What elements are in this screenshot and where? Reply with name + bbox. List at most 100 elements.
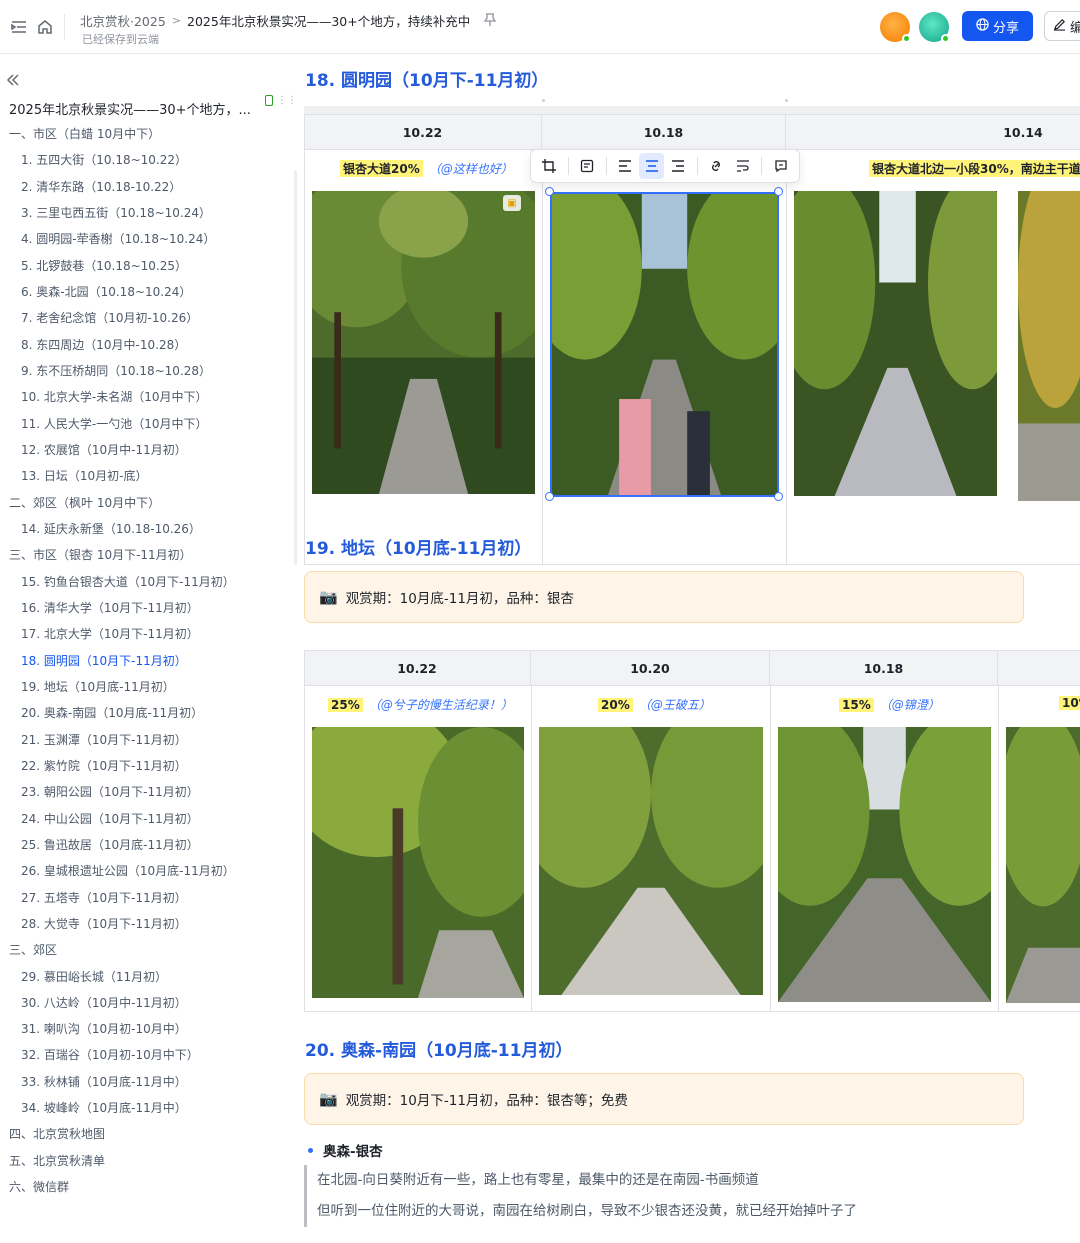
edit-button[interactable]: 编 [1044,11,1080,41]
table-icon[interactable] [265,94,273,106]
outline-item[interactable]: 19. 地坛（10月底-11月初） [0,674,296,700]
caption-source[interactable]: （@锦澄） [880,696,940,713]
table-column-bar[interactable] [304,106,1080,114]
outline-item[interactable]: 26. 皇城根遗址公园（10月底-11月初） [0,858,296,884]
table-header-cell[interactable]: 10.22 [304,651,531,686]
pin-icon[interactable] [484,12,497,29]
comment-icon[interactable] [768,153,793,179]
ginkgo-avenue-photo[interactable] [539,727,763,995]
outline-item[interactable]: 2. 清华东路（10.18-10.22） [0,174,296,200]
outline-item[interactable]: 13. 日坛（10月初-底） [0,463,296,489]
outline-item[interactable]: 18. 圆明园（10月下-11月初） [0,648,296,674]
resize-handle[interactable] [774,492,783,501]
outline-item[interactable]: 7. 老舍纪念馆（10月初-10.26） [0,305,296,331]
table-header-cell[interactable]: 10.20 [531,651,770,686]
outline-item[interactable]: 25. 鲁迅故居（10月底-11月初） [0,832,296,858]
outline-item[interactable]: 六、微信群 [0,1174,296,1200]
outline-item[interactable]: 14. 延庆永新堡（10.18-10.26） [0,516,296,542]
align-left-icon[interactable] [612,153,637,179]
outline-item[interactable]: 31. 喇叭沟（10月初-10月中） [0,1016,296,1042]
ginkgo-avenue-photo[interactable] [1018,191,1080,501]
outline-item[interactable]: 9. 东不压桥胡同（10.18~10.28） [0,358,296,384]
outline-item[interactable]: 三、郊区 [0,937,296,963]
resize-handle[interactable] [545,187,554,196]
avatar[interactable] [919,12,950,43]
camera-icon: 📷 [319,588,338,606]
outline-item[interactable]: 12. 农展馆（10月中-11月初） [0,437,296,463]
align-center-icon[interactable] [639,153,665,179]
outline-item[interactable]: 1. 五四大街（10.18~10.22） [0,147,296,173]
save-status: 已经保存到云端 [82,33,159,46]
drag-handle-icon[interactable]: ⋮⋮ [277,95,297,106]
outline-item[interactable]: 11. 人民大学-一勺池（10月中下） [0,411,296,437]
image-badge-icon[interactable]: ▣ [503,195,521,211]
resize-handle[interactable] [774,187,783,196]
wrap-icon[interactable] [731,153,756,179]
outline-item[interactable]: 28. 大觉寺（10月下-11月初） [0,911,296,937]
outline-item[interactable]: 3. 三里屯西五街（10.18~10.24） [0,200,296,226]
outline-item[interactable]: 四、北京赏秋地图 [0,1121,296,1147]
ginkgo-avenue-photo[interactable] [794,191,997,496]
ginkgo-avenue-photo[interactable] [312,191,535,494]
breadcrumb-current[interactable]: 2025年北京秋景实况——30+个地方，持续补充中 [187,11,470,30]
outline-item[interactable]: 15. 钓鱼台银杏大道（10月下-11月初） [0,569,296,595]
outline-item[interactable]: 17. 北京大学（10月下-11月初） [0,621,296,647]
table-header-cell[interactable] [998,651,1080,686]
block-tools[interactable]: ⋮⋮ [265,91,297,109]
caption-source[interactable]: （@兮子的慢生活纪录！） [369,696,513,713]
column-divider [304,651,305,1012]
outline-item[interactable]: 20. 奥森-南园（10月底-11月初） [0,700,296,726]
share-button[interactable]: 分享 [962,11,1033,41]
caption-source[interactable]: （@王破五） [639,696,711,713]
outline-item[interactable]: 30. 八达岭（10月中-11月初） [0,990,296,1016]
section-heading: 18. 圆明园（10月下-11月初） [305,71,549,91]
table-header-cell[interactable]: 10.18 [542,115,786,150]
caption-highlight: 银杏大道20% [340,160,423,177]
outline-item[interactable]: 二、郊区（枫叶 10月中下） [0,490,296,516]
outline-item[interactable]: 29. 慕田峪长城（11月初） [0,964,296,990]
outline-item[interactable]: 34. 坡峰岭（10月底-11月中） [0,1095,296,1121]
outline-item[interactable]: 24. 中山公园（10月下-11月初） [0,806,296,832]
outline-item[interactable]: 22. 紫竹院（10月下-11月初） [0,753,296,779]
ginkgo-avenue-photo[interactable] [312,727,524,998]
link-icon[interactable] [704,153,729,179]
table-header-cell[interactable]: 10.18 [770,651,998,686]
photo-caption: 20% （@王破五） [598,696,711,713]
column-divider [304,115,305,565]
outline-toggle-icon[interactable] [10,18,28,36]
home-icon[interactable] [36,18,54,36]
outline-item[interactable]: 16. 清华大学（10月下-11月初） [0,595,296,621]
column-marker [542,99,545,102]
outline-item[interactable]: 10. 北京大学-未名湖（10月中下） [0,384,296,410]
outline-item[interactable]: 32. 百瑞谷（10月初-10月中下） [0,1042,296,1068]
avatar[interactable] [880,12,911,43]
outline-item[interactable]: 21. 玉渊潭（10月下-11月初） [0,727,296,753]
breadcrumb-parent[interactable]: 北京赏秋·2025 [80,11,166,30]
outline-item[interactable]: 8. 东四周边（10月中-10.28） [0,332,296,358]
outline-item[interactable]: 27. 五塔寺（10月下-11月初） [0,885,296,911]
crop-icon[interactable] [537,153,562,179]
caption-icon[interactable] [575,153,600,179]
table-header-cell[interactable]: 10.22 [304,115,542,150]
outline-item[interactable]: 23. 朝阳公园（10月下-11月初） [0,779,296,805]
align-right-icon[interactable] [666,153,691,179]
outline-item[interactable]: 6. 奥森-北园（10.18~10.24） [0,279,296,305]
outline-item[interactable]: 五、北京赏秋清单 [0,1148,296,1174]
resize-handle[interactable] [545,492,554,501]
collapse-sidebar-icon[interactable] [6,71,20,92]
outline-item[interactable]: 5. 北锣鼓巷（10.18~10.25） [0,253,296,279]
outline-item[interactable]: 33. 秋林铺（10月底-11月中） [0,1069,296,1095]
outline-item[interactable]: 4. 圆明园-荦香榭（10.18~10.24） [0,226,296,252]
caption-highlight: 银杏大道北边一小段30%，南边主干道 [869,160,1080,177]
table-header-cell[interactable]: 10.14 [786,115,1080,150]
outline-item[interactable]: 三、市区（银杏 10月下-11月初） [0,542,296,568]
image-selection-frame[interactable] [550,192,779,497]
caption-highlight: 20% [598,697,633,712]
doc-title[interactable]: 2025年北京秋景实况——30+个地方，... [9,99,259,118]
ginkgo-avenue-photo[interactable] [778,727,991,1002]
edit-label: 编 [1070,20,1080,36]
ginkgo-avenue-photo[interactable] [1006,727,1080,1003]
outline-item[interactable]: 一、市区（白蜡 10月中下） [0,121,296,147]
caption-source[interactable]: （@这样也好） [429,160,513,177]
sidebar-scrollbar[interactable] [294,170,297,565]
